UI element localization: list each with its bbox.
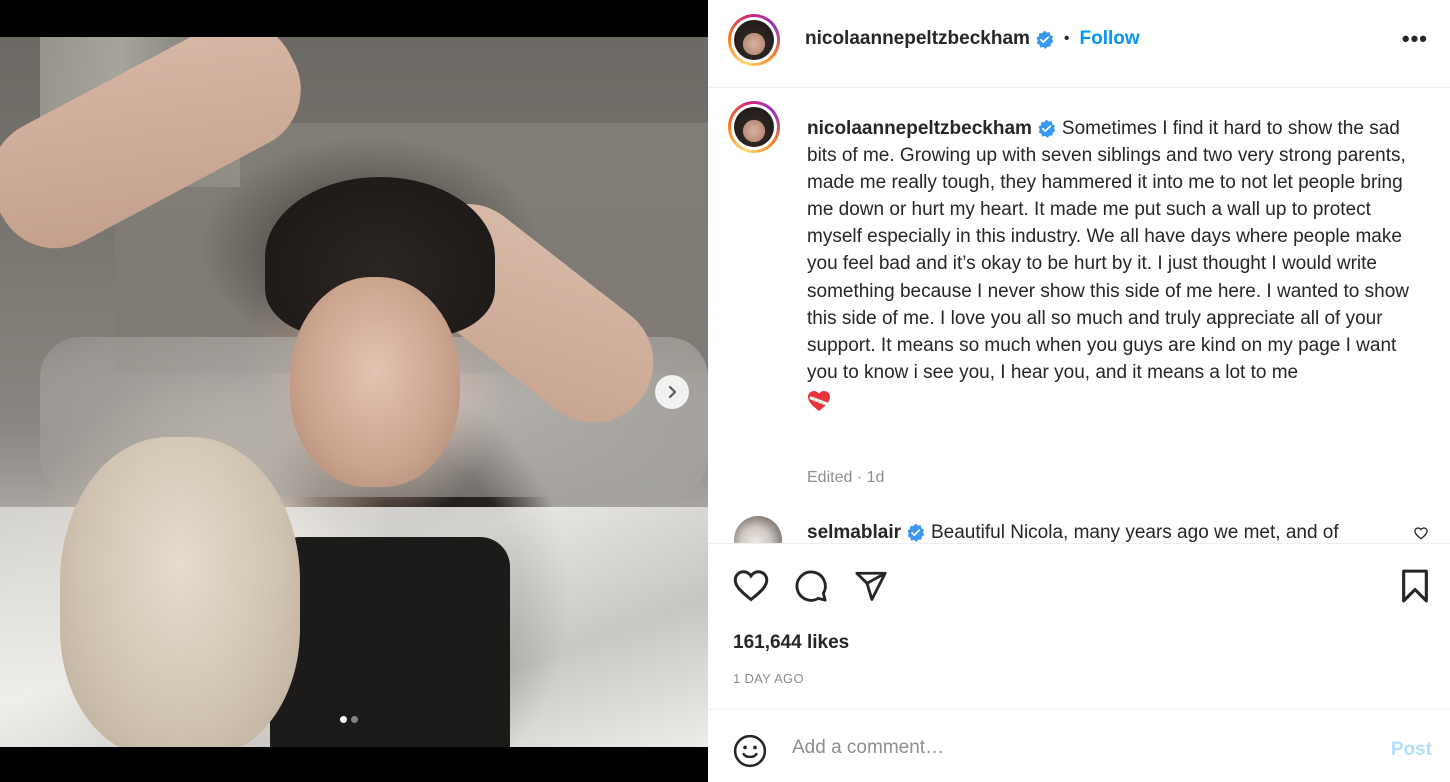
comments-section[interactable]: nicolaannepeltzbeckham Sometimes I find … [708,89,1450,543]
post-header: nicolaannepeltzbeckham • Follow ••• [708,0,1450,88]
post-comment-button[interactable]: Post [1391,739,1432,761]
caption-story-ring[interactable] [728,101,780,153]
post-side-panel: nicolaannepeltzbeckham • Follow ••• nico… [708,0,1450,782]
separator-dot: • [1063,30,1070,47]
comment-like-button[interactable] [1414,527,1428,543]
comment-item: selmablair Beautiful Nicola, many years … [728,513,1428,543]
verified-badge-icon [1038,119,1056,139]
comment-composer: Post [708,709,1450,782]
follow-button[interactable]: Follow [1080,28,1140,50]
comment-bubble-icon [795,570,827,602]
post-timestamp[interactable]: 1 DAY AGO [733,671,804,686]
header-username[interactable]: nicolaannepeltzbeckham [805,28,1030,50]
story-ring[interactable] [728,14,780,66]
edited-timestamp: Edited · 1d [807,469,885,486]
chevron-right-icon [668,385,677,399]
verified-badge-icon [1036,29,1054,49]
carousel-next-button[interactable] [655,375,689,409]
comment-username[interactable]: selmablair [807,522,901,543]
verified-badge-icon [907,523,925,543]
save-button[interactable] [1400,569,1430,608]
post-actions: 161,644 likes 1 DAY AGO [708,543,1450,709]
emoji-picker-button[interactable] [733,734,767,773]
share-button[interactable] [854,569,888,608]
comment-body: Beautiful Nicola, many years ago we met,… [931,522,1339,543]
caption-body: Sometimes I find it hard to show the sad… [807,118,1409,383]
caption-avatar [734,107,774,147]
heart-outline-icon [1414,527,1428,540]
carousel-dot-active [340,716,347,723]
carousel-dot [351,716,358,723]
mending-heart-emoji-icon [807,390,831,420]
paper-plane-icon [855,571,887,601]
avatar [734,20,774,60]
post-photo [0,37,708,747]
bookmark-icon [1402,569,1428,603]
smiley-face-icon [733,734,767,768]
more-icon: ••• [1401,26,1428,51]
likes-count[interactable]: 161,644 likes [733,632,849,654]
heart-outline-icon [733,570,769,602]
caption-username[interactable]: nicolaannepeltzbeckham [807,118,1032,139]
post-media-pane [0,0,708,782]
comment-button[interactable] [794,569,828,608]
more-options-button[interactable]: ••• [1402,26,1428,52]
carousel-indicator [340,716,358,723]
like-button[interactable] [733,569,769,608]
comment-avatar[interactable] [734,516,782,543]
comment-input[interactable] [792,730,1352,766]
